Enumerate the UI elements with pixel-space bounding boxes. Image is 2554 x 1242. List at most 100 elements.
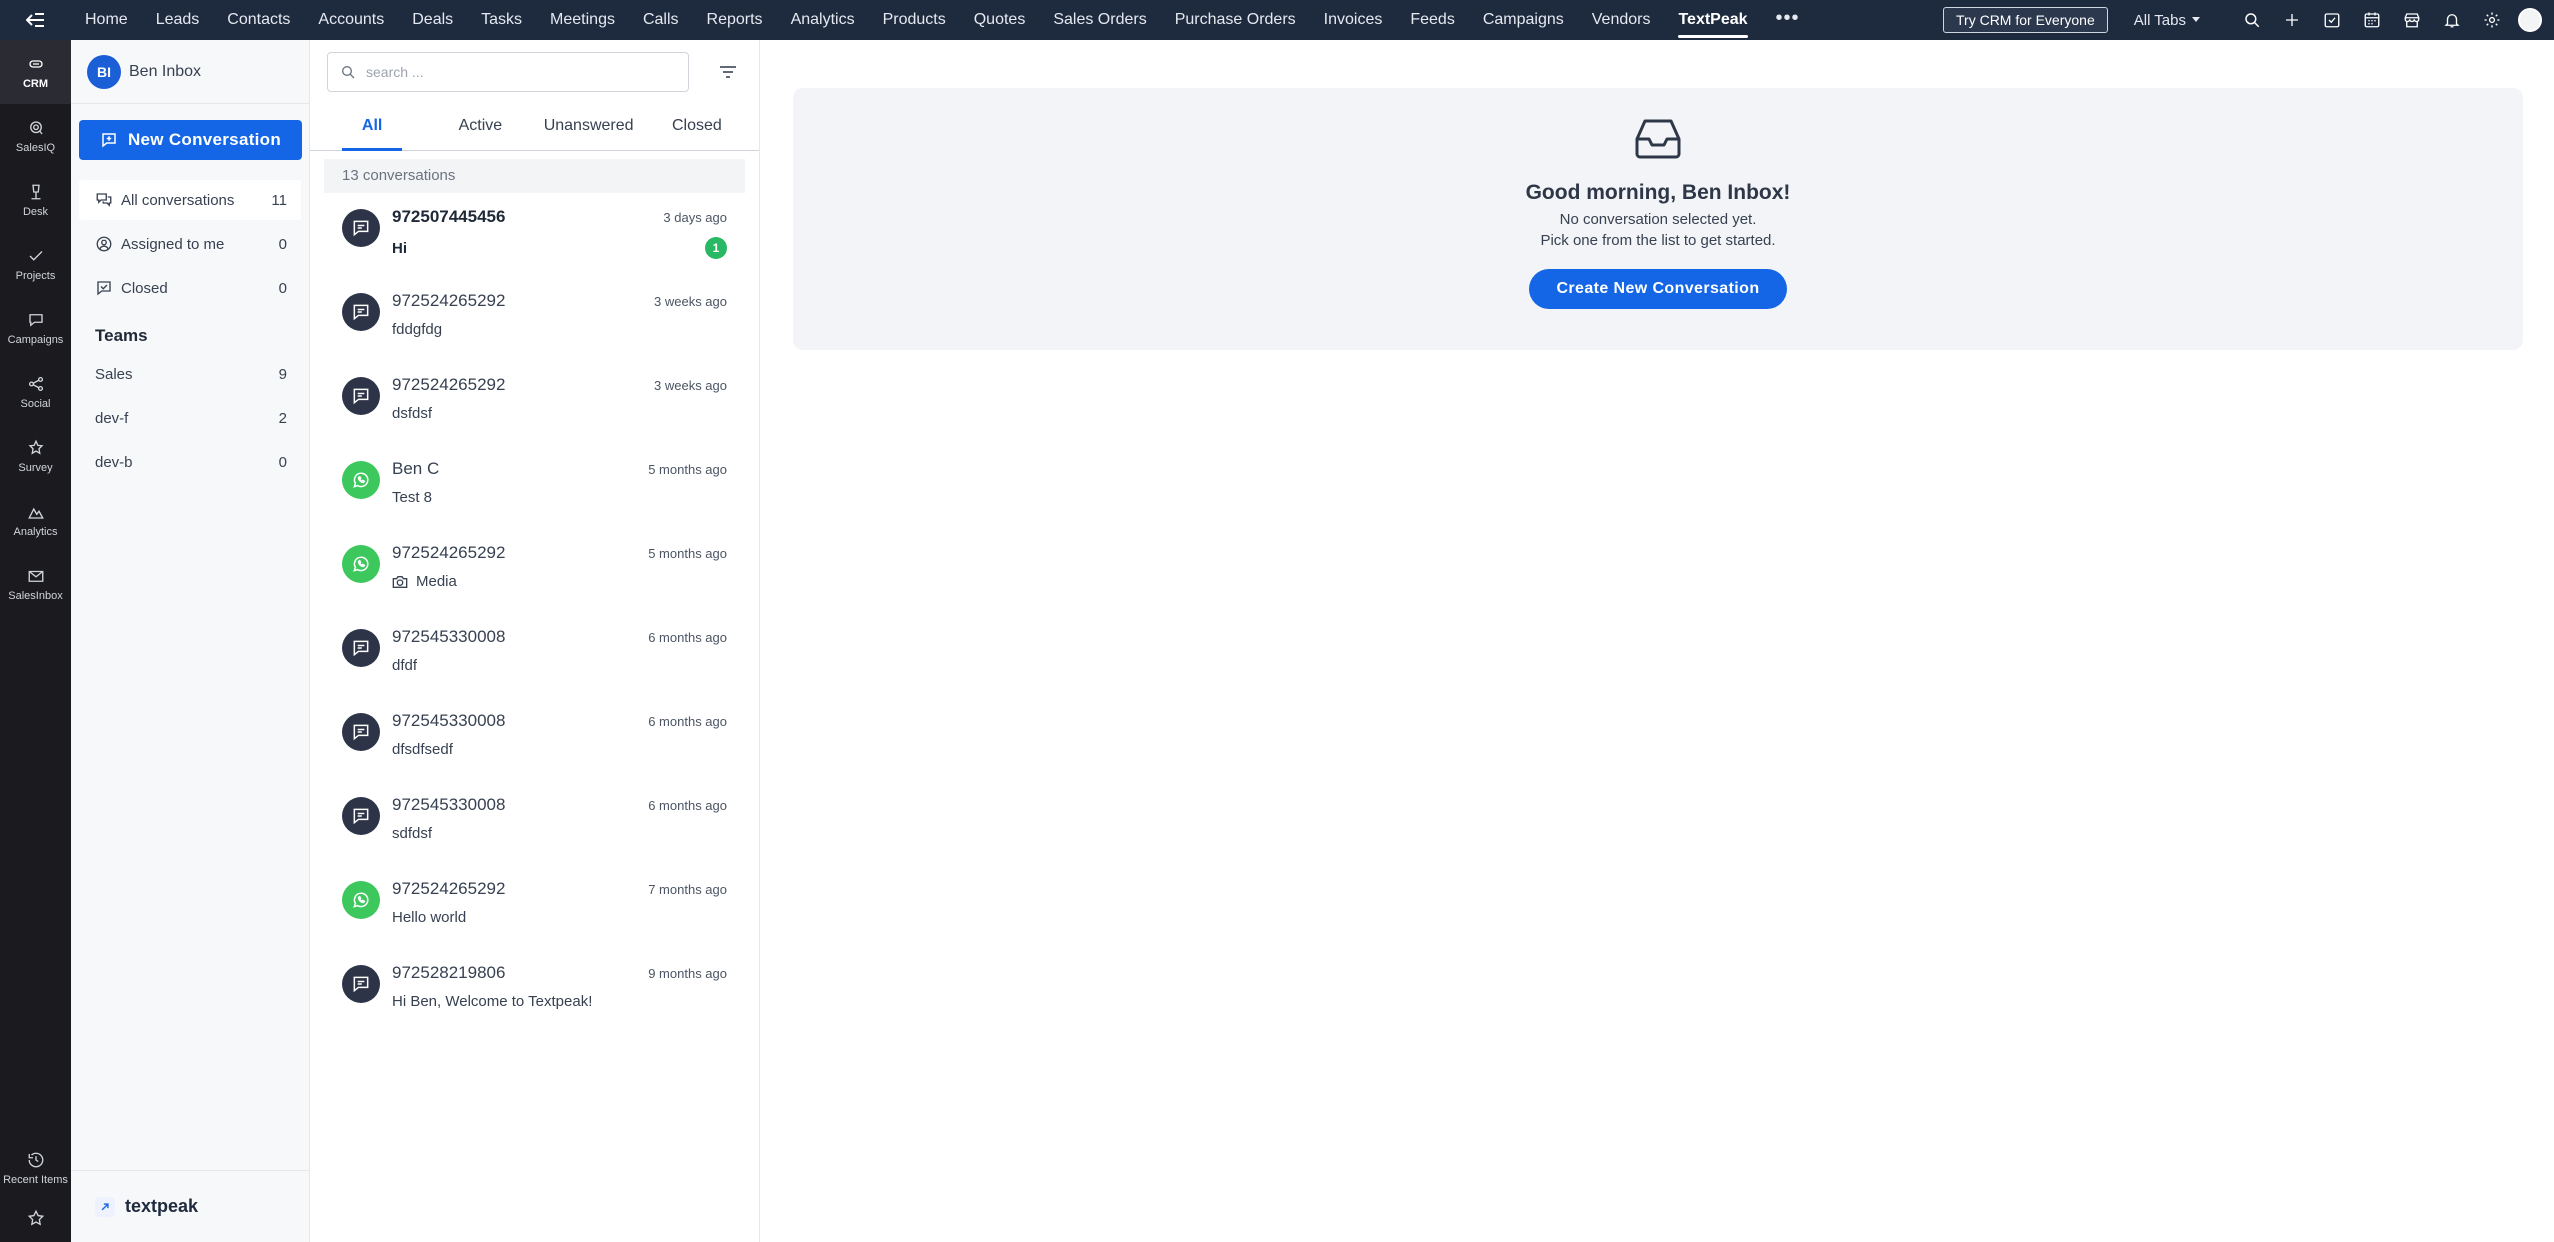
nav-tab-purchase-orders[interactable]: Purchase Orders — [1161, 0, 1310, 40]
tab-active[interactable]: Active — [426, 104, 534, 150]
notifications-button[interactable] — [2432, 0, 2472, 40]
team-count: 0 — [278, 453, 287, 471]
calendar-icon — [2364, 12, 2380, 28]
favorites-button[interactable] — [0, 1198, 71, 1242]
list-item[interactable]: 972524265292 3 weeks ago fddgfdg — [310, 277, 759, 361]
settings-button[interactable] — [2472, 0, 2512, 40]
search-icon — [2245, 13, 2260, 28]
rail-item-survey[interactable]: Survey — [0, 424, 71, 488]
nav-tab-analytics[interactable]: Analytics — [777, 0, 869, 40]
sidebar-item-all-conversations[interactable]: All conversations 11 — [79, 180, 301, 220]
channel-avatar — [342, 965, 380, 1003]
rail-item-label: Desk — [22, 205, 49, 218]
conversation-body: 972524265292 3 weeks ago fddgfdg — [392, 291, 727, 361]
nav-tab-textpeak[interactable]: TextPeak — [1664, 0, 1761, 40]
conversation-header: 972524265292 3 weeks ago — [392, 375, 727, 395]
list-item[interactable]: 972507445456 3 days ago Hi 1 — [310, 193, 759, 277]
nav-tab-vendors[interactable]: Vendors — [1578, 0, 1665, 40]
conversation-message: dfdf — [392, 657, 418, 674]
rail-item-crm[interactable]: CRM — [0, 40, 71, 104]
inbox-tray-icon — [1635, 118, 1681, 165]
list-item[interactable]: 972545330008 6 months ago sdfdsf — [310, 781, 759, 865]
inbox-sidebar: BI Ben Inbox New Conversation All conver… — [71, 40, 310, 1242]
calendar-button[interactable] — [2352, 0, 2392, 40]
team-item-dev-b[interactable]: dev-b 0 — [71, 440, 309, 484]
team-label: dev-b — [95, 453, 133, 471]
tab-closed[interactable]: Closed — [643, 104, 751, 150]
nav-tab-meetings[interactable]: Meetings — [536, 0, 629, 40]
try-crm-button[interactable]: Try CRM for Everyone — [1943, 7, 2108, 33]
nav-tab-deals[interactable]: Deals — [398, 0, 467, 40]
search-icon — [342, 66, 355, 79]
new-conversation-button[interactable]: New Conversation — [79, 120, 302, 160]
filter-button[interactable] — [713, 57, 743, 87]
list-item[interactable]: Ben C 5 months ago Test 8 — [310, 445, 759, 529]
search-button[interactable] — [2232, 0, 2272, 40]
rail-item-desk[interactable]: Desk — [0, 168, 71, 232]
recent-items-button[interactable]: Recent Items — [0, 1138, 71, 1198]
rail-item-analytics[interactable]: Analytics — [0, 488, 71, 552]
search-input[interactable] — [366, 64, 666, 80]
list-item[interactable]: 972545330008 6 months ago dfdf — [310, 613, 759, 697]
create-new-conversation-button[interactable]: Create New Conversation — [1529, 269, 1787, 309]
conversation-contact: 972545330008 — [392, 711, 506, 730]
nav-tab-invoices[interactable]: Invoices — [1310, 0, 1397, 40]
nav-tab-accounts[interactable]: Accounts — [304, 0, 398, 40]
conversation-preview: Hello world — [392, 909, 727, 926]
rail-item-label: Analytics — [13, 525, 58, 538]
back-menu-button[interactable] — [0, 0, 71, 40]
activities-button[interactable] — [2312, 0, 2352, 40]
more-modules-button[interactable]: ••• — [1762, 0, 1814, 40]
nav-tab-sales-orders[interactable]: Sales Orders — [1039, 0, 1160, 40]
rail-item-campaigns[interactable]: Campaigns — [0, 296, 71, 360]
sidebar-item-count: 0 — [278, 279, 287, 297]
tab-all[interactable]: All — [318, 104, 426, 151]
nav-tab-reports[interactable]: Reports — [693, 0, 777, 40]
nav-tab-feeds[interactable]: Feeds — [1396, 0, 1468, 40]
rail-item-salesiq[interactable]: SalesIQ — [0, 104, 71, 168]
channel-avatar — [342, 377, 380, 415]
nav-tab-contacts[interactable]: Contacts — [213, 0, 304, 40]
conversation-header: Ben C 5 months ago — [392, 459, 727, 479]
nav-tab-tasks[interactable]: Tasks — [467, 0, 536, 40]
team-item-sales[interactable]: Sales 9 — [71, 352, 309, 396]
conversation-time: 5 months ago — [648, 462, 727, 477]
sidebar-item-closed[interactable]: Closed 0 — [79, 268, 301, 308]
conversation-header: 972507445456 3 days ago — [392, 207, 727, 227]
team-item-dev-f[interactable]: dev-f 2 — [71, 396, 309, 440]
create-button[interactable] — [2272, 0, 2312, 40]
list-item[interactable]: 972545330008 6 months ago dfsdfsedf — [310, 697, 759, 781]
list-item[interactable]: 972524265292 7 months ago Hello world — [310, 865, 759, 949]
rail-item-label: Campaigns — [7, 333, 64, 346]
rail-item-projects[interactable]: Projects — [0, 232, 71, 296]
sms-icon — [353, 304, 369, 321]
conversation-contact: 972524265292 — [392, 291, 506, 310]
conversation-header: 972524265292 3 weeks ago — [392, 291, 727, 311]
nav-tab-campaigns[interactable]: Campaigns — [1469, 0, 1578, 40]
rail-item-label: CRM — [22, 77, 49, 90]
sms-icon — [353, 976, 369, 993]
conversation-body: 972545330008 6 months ago dfdf — [392, 627, 727, 697]
list-item[interactable]: 972524265292 3 weeks ago dsfdsf — [310, 361, 759, 445]
list-item[interactable]: 972528219806 9 months ago Hi Ben, Welcome … — [310, 949, 759, 1033]
nav-tab-calls[interactable]: Calls — [629, 0, 693, 40]
nav-tab-leads[interactable]: Leads — [142, 0, 214, 40]
analytics-icon — [27, 507, 44, 519]
rail-item-salesinbox[interactable]: SalesInbox — [0, 552, 71, 616]
sidebar-item-assigned-to-me[interactable]: Assigned to me 0 — [79, 224, 301, 264]
all-tabs-dropdown[interactable]: All Tabs — [2134, 12, 2200, 29]
nav-tab-home[interactable]: Home — [71, 0, 142, 40]
rail-bottom: Recent Items — [0, 1138, 71, 1242]
list-item[interactable]: 972524265292 5 months ago Media — [310, 529, 759, 613]
marketplace-button[interactable] — [2392, 0, 2432, 40]
new-conversation-label: New Conversation — [127, 130, 282, 149]
nav-tab-products[interactable]: Products — [869, 0, 960, 40]
nav-tab-quotes[interactable]: Quotes — [960, 0, 1040, 40]
textpeak-brand: textpeak — [71, 1170, 310, 1242]
user-circle-icon — [96, 236, 112, 252]
user-avatar[interactable] — [2518, 8, 2542, 32]
conversation-message: fddgfdg — [392, 321, 443, 338]
new-message-icon — [102, 133, 116, 148]
tab-unanswered[interactable]: Unanswered — [535, 104, 643, 150]
rail-item-social[interactable]: Social — [0, 360, 71, 424]
